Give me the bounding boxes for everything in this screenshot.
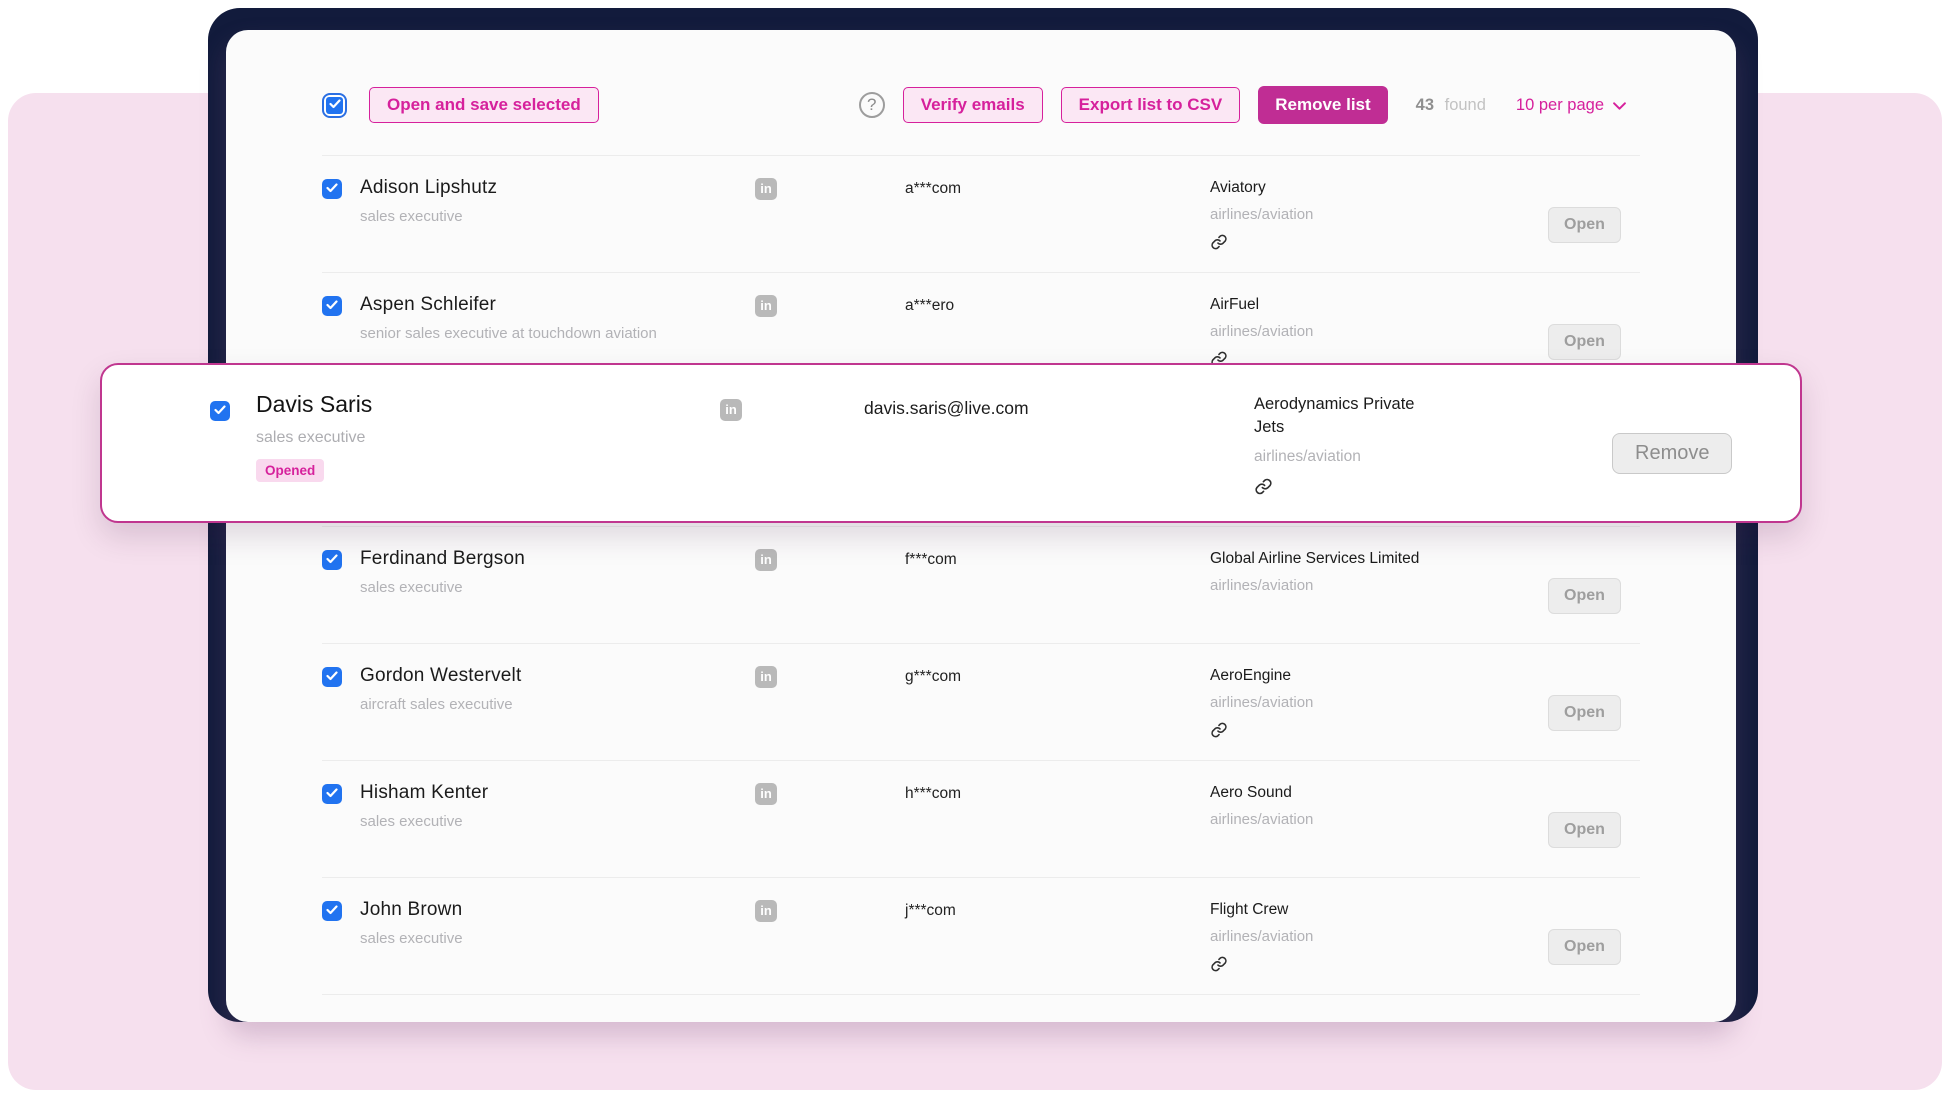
open-contact-button[interactable]: Open (1548, 928, 1621, 965)
open-contact-button[interactable]: Open (1548, 694, 1621, 731)
company-name: Global Airline Services Limited (1210, 550, 1420, 567)
contact-title: sales executive (360, 813, 463, 830)
linkedin-icon[interactable]: in (720, 399, 742, 421)
open-contact-button[interactable]: Open (1548, 577, 1621, 614)
contact-title: sales executive (256, 429, 366, 446)
remove-contact-button[interactable]: Remove (1612, 433, 1733, 474)
checkmark-icon (326, 668, 338, 686)
select-all-checkbox-box[interactable] (326, 96, 343, 114)
remove-list-button[interactable]: Remove list (1258, 86, 1388, 124)
checkmark-icon (326, 551, 338, 569)
contact-title: sales executive (360, 930, 463, 947)
checkmark-icon (326, 785, 338, 803)
company-industry: airlines/aviation (1210, 323, 1314, 340)
toolbar-right-group: ? Verify emails Export list to CSV Remov… (858, 86, 1640, 124)
contacts-card: Open and save selected ? Verify emails E… (226, 30, 1736, 1022)
contact-title: sales executive (360, 208, 463, 225)
company-industry: airlines/aviation (1210, 928, 1314, 945)
help-icon[interactable]: ? (858, 92, 885, 118)
checkmark-icon (328, 96, 341, 114)
contact-email: davis.saris@live.com (864, 398, 1029, 418)
contact-email: a***com (905, 180, 961, 197)
company-industry: airlines/aviation (1210, 577, 1314, 594)
contact-row[interactable]: John Brown sales executive in j***com Fl… (322, 878, 1640, 995)
company-industry: airlines/aviation (1254, 448, 1361, 465)
company-name: AirFuel (1210, 296, 1260, 313)
contact-row[interactable]: Adison Lipshutz sales executive in a***c… (322, 156, 1640, 273)
contact-email: g***com (905, 668, 961, 685)
open-contact-button[interactable]: Open (1548, 323, 1621, 360)
contact-email: j***com (905, 902, 956, 919)
per-page-label: 10 per page (1515, 95, 1604, 114)
linkedin-icon[interactable]: in (755, 549, 777, 571)
chevron-down-icon (1604, 96, 1626, 115)
company-industry: airlines/aviation (1210, 206, 1314, 223)
row-checkbox[interactable] (210, 401, 230, 421)
linkedin-icon[interactable]: in (755, 295, 777, 317)
results-count-label: found (1444, 95, 1486, 114)
row-checkbox[interactable] (322, 667, 342, 687)
contact-email: h***com (905, 785, 961, 802)
expanded-contact-row[interactable]: Davis Saris sales executive Opened in da… (100, 363, 1802, 523)
contact-email: f***com (905, 551, 957, 568)
company-industry: airlines/aviation (1210, 694, 1314, 711)
open-contact-button[interactable]: Open (1548, 811, 1621, 848)
results-count: 43 found (1416, 96, 1486, 115)
checkmark-icon (326, 297, 338, 315)
verify-emails-button[interactable]: Verify emails (902, 87, 1043, 123)
results-count-number: 43 (1415, 95, 1435, 114)
contact-title: aircraft sales executive (360, 696, 513, 713)
contact-title: sales executive (360, 579, 463, 596)
open-and-save-selected-button[interactable]: Open and save selected (369, 87, 599, 123)
open-contact-button[interactable]: Open (1548, 206, 1621, 243)
contact-name: Hisham Kenter (360, 782, 489, 803)
row-checkbox[interactable] (322, 784, 342, 804)
row-checkbox[interactable] (322, 179, 342, 199)
contact-name: John Brown (360, 899, 463, 920)
company-cell: Aerodynamics Private Jets airlines/aviat… (1254, 393, 1454, 501)
linkedin-icon[interactable]: in (755, 666, 777, 688)
contact-name: Adison Lipshutz (360, 177, 498, 198)
checkmark-icon (214, 402, 226, 420)
contact-name: Davis Saris (256, 391, 373, 417)
contact-list-bottom: Ferdinand Bergson sales executive in f**… (322, 527, 1640, 995)
contact-list-top: Adison Lipshutz sales executive in a***c… (322, 156, 1640, 390)
linkedin-icon[interactable]: in (755, 178, 777, 200)
contact-name: Gordon Westervelt (360, 665, 522, 686)
company-link-icon[interactable] (1254, 477, 1272, 501)
row-checkbox[interactable] (322, 901, 342, 921)
toolbar-left-group: Open and save selected (322, 87, 599, 123)
contact-title: senior sales executive at touchdown avia… (360, 325, 657, 342)
contact-row[interactable]: Hisham Kenter sales executive in h***com… (322, 761, 1640, 878)
contact-row[interactable]: Gordon Westervelt aircraft sales executi… (322, 644, 1640, 761)
checkmark-icon (326, 902, 338, 920)
checkmark-icon (326, 180, 338, 198)
company-industry: airlines/aviation (1210, 811, 1314, 828)
contact-list: Adison Lipshutz sales executive in a***c… (322, 155, 1640, 995)
export-csv-button[interactable]: Export list to CSV (1060, 87, 1241, 123)
company-name: Aviatory (1210, 179, 1266, 196)
company-link-icon[interactable] (1210, 233, 1228, 256)
company-name: AeroEngine (1210, 667, 1292, 684)
select-all-checkbox[interactable] (322, 92, 347, 118)
company-name: Aerodynamics Private Jets (1254, 395, 1415, 436)
contact-name: Aspen Schleifer (360, 294, 497, 315)
company-link-icon[interactable] (1210, 955, 1228, 978)
company-link-icon[interactable] (1210, 721, 1228, 744)
company-name: Aero Sound (1210, 784, 1292, 801)
contact-name: Ferdinand Bergson (360, 548, 526, 569)
per-page-select[interactable]: 10 per page (1516, 96, 1626, 115)
linkedin-icon[interactable]: in (755, 900, 777, 922)
toolbar: Open and save selected ? Verify emails E… (322, 85, 1640, 125)
contact-row[interactable]: Ferdinand Bergson sales executive in f**… (322, 527, 1640, 644)
company-name: Flight Crew (1210, 901, 1289, 918)
status-badge: Opened (256, 459, 325, 482)
row-checkbox[interactable] (322, 296, 342, 316)
row-checkbox[interactable] (322, 550, 342, 570)
app-stage: Open and save selected ? Verify emails E… (0, 0, 1950, 1098)
linkedin-icon[interactable]: in (755, 783, 777, 805)
